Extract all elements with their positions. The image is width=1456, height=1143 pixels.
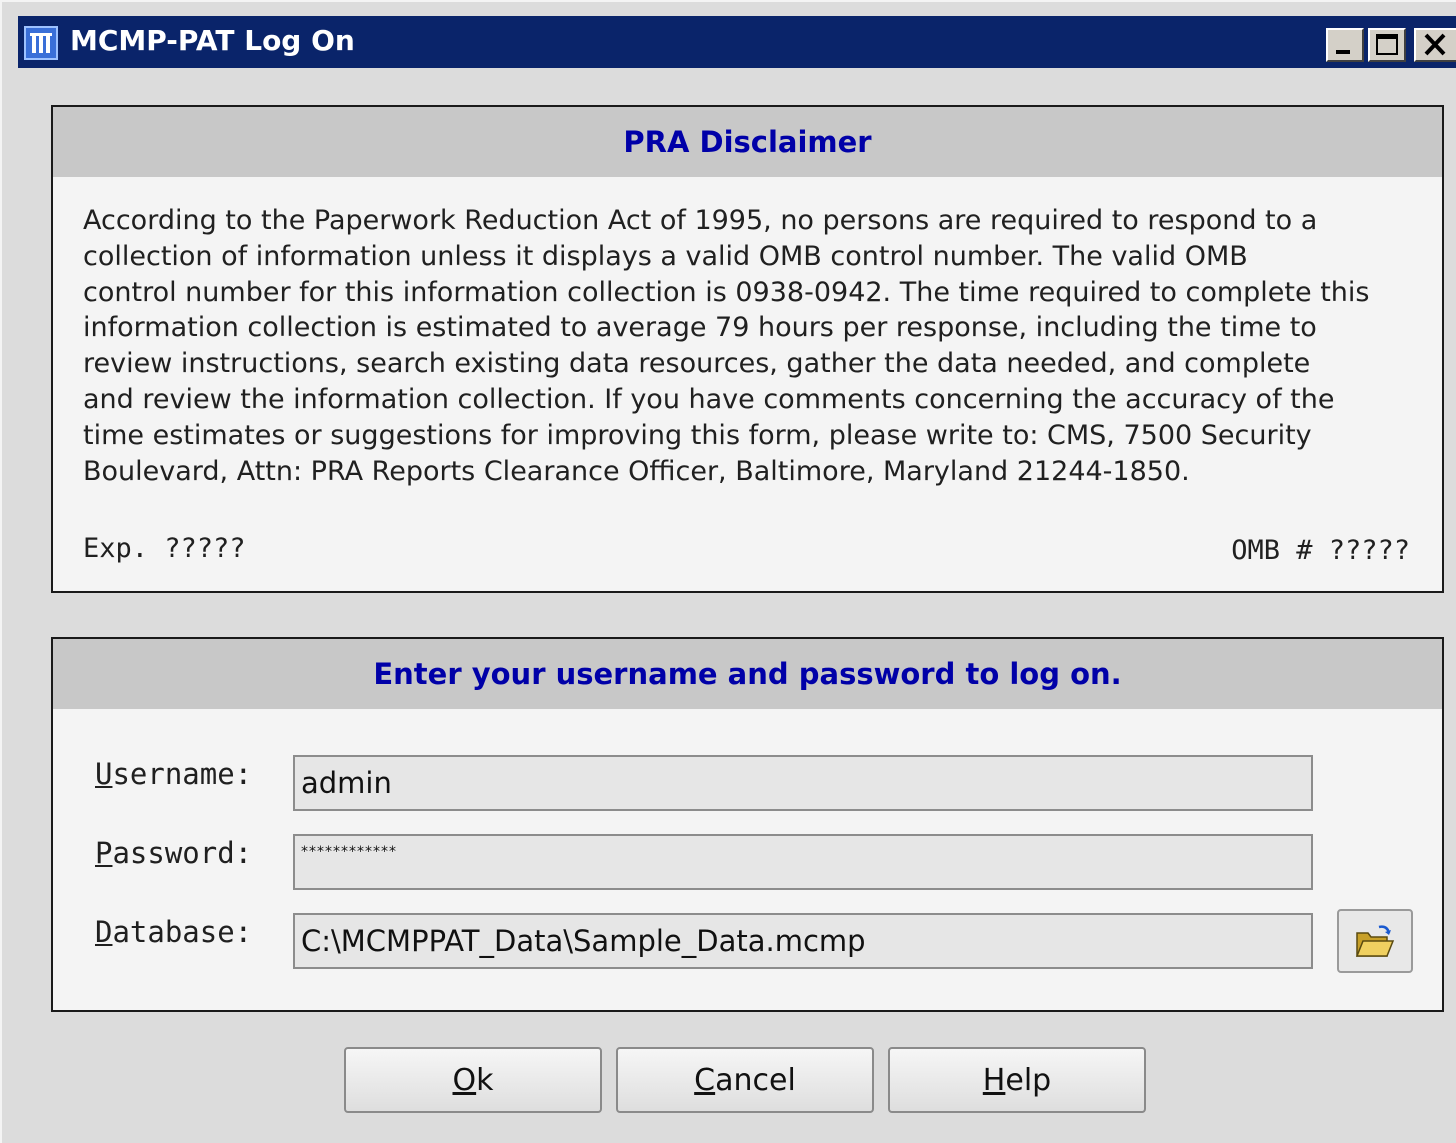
disclaimer-heading: PRA Disclaimer (53, 107, 1442, 177)
disclaimer-line: information collection is estimated to a… (83, 312, 1317, 344)
disclaimer-line: According to the Paperwork Reduction Act… (83, 205, 1318, 236)
disclaimer-line: collection of information unless it disp… (83, 240, 1248, 272)
omb-number-label: OMB # ????? (1231, 535, 1410, 566)
disclaimer-line: review instructions, search existing dat… (83, 348, 1311, 380)
database-label: Database: (95, 915, 253, 949)
database-field[interactable]: C:\MCMPPAT_Data\Sample_Data.mcmp (293, 913, 1313, 969)
disclaimer-text: According to the Paperwork Reduction Act… (83, 203, 1413, 489)
maximize-icon (1376, 34, 1398, 55)
disclaimer-line: time estimates or suggestions for improv… (83, 419, 1312, 451)
username-label: Username: (95, 757, 253, 791)
minimize-button[interactable] (1326, 28, 1364, 62)
ok-button[interactable]: Ok (344, 1047, 602, 1113)
title-bar[interactable]: MCMP-PAT Log On (18, 16, 1456, 68)
disclaimer-line: control number for this information coll… (83, 276, 1370, 308)
disclaimer-line: Boulevard, Attn: PRA Reports Clearance O… (83, 455, 1190, 487)
cancel-button[interactable]: Cancel (616, 1047, 874, 1113)
browse-database-button[interactable] (1337, 909, 1413, 973)
help-button[interactable]: Help (888, 1047, 1146, 1113)
app-icon (24, 26, 58, 60)
login-heading: Enter your username and password to log … (53, 639, 1442, 709)
disclaimer-line: and review the information collection. I… (83, 383, 1335, 415)
password-label: Password: (95, 836, 253, 870)
expiration-label: Exp. ????? (83, 533, 246, 564)
close-icon (1424, 33, 1446, 56)
password-field[interactable]: ************ (293, 834, 1313, 890)
minimize-icon (1336, 50, 1350, 54)
window-title: MCMP-PAT Log On (70, 24, 355, 57)
login-panel: Enter your username and password to log … (51, 637, 1444, 1012)
close-button[interactable] (1414, 28, 1456, 62)
username-field[interactable]: admin (293, 755, 1313, 811)
disclaimer-panel: PRA Disclaimer According to the Paperwor… (51, 105, 1444, 593)
open-folder-icon (1355, 925, 1395, 957)
maximize-button[interactable] (1368, 28, 1406, 62)
logon-dialog: MCMP-PAT Log On PRA Disclaimer According… (0, 0, 1456, 1143)
